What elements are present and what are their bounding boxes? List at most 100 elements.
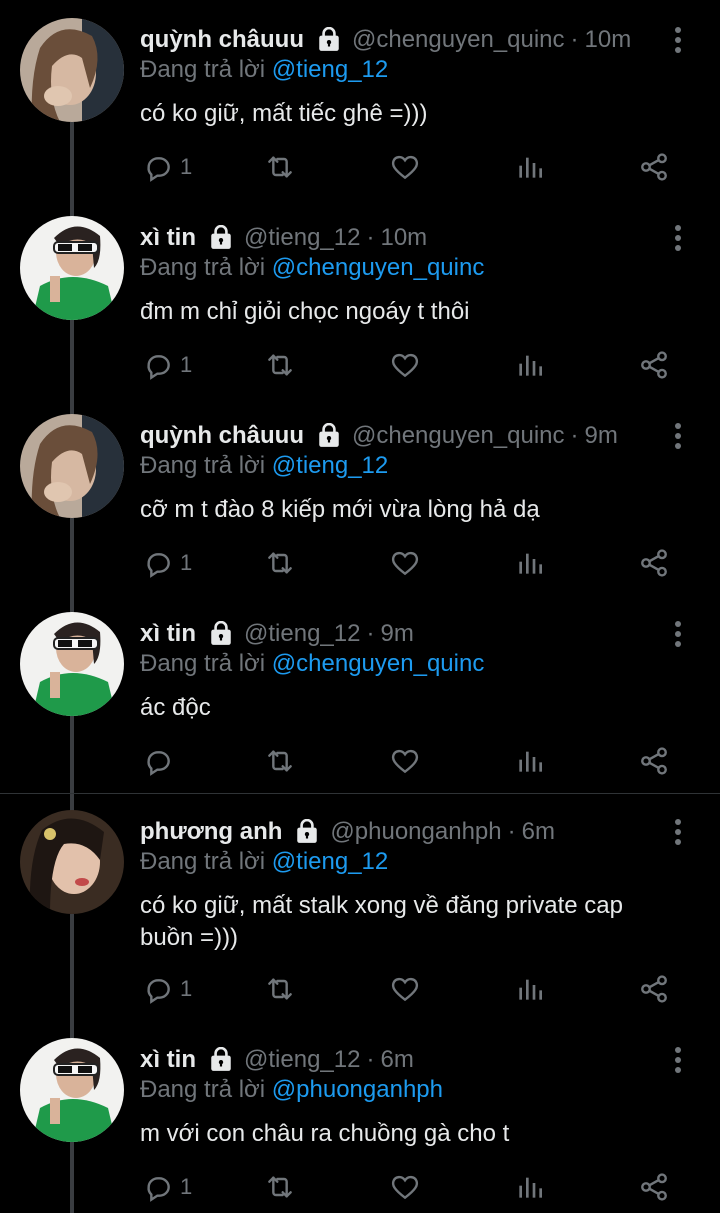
thread-line [70, 518, 74, 594]
reply-icon [142, 1171, 174, 1203]
like-button[interactable] [389, 546, 421, 580]
replying-to-label: Đang trả lời [140, 254, 266, 281]
timestamp[interactable]: 6m [522, 818, 555, 846]
mention-link[interactable]: @tieng_12 [272, 452, 388, 479]
lock-icon [316, 422, 342, 449]
avatar[interactable] [20, 1038, 124, 1142]
views-button[interactable] [514, 348, 546, 382]
avatar[interactable] [20, 18, 124, 122]
separator-dot: · [570, 422, 579, 449]
heart-icon [389, 745, 421, 777]
mention-link[interactable]: @chenguyen_quinc [272, 650, 485, 677]
tweet-actions: 1 [140, 1170, 680, 1204]
more-vertical-icon[interactable] [668, 620, 688, 648]
retweet-button[interactable] [264, 348, 296, 382]
share-button[interactable] [638, 972, 670, 1006]
separator-dot: · [570, 26, 579, 53]
thread-line [70, 1142, 74, 1213]
like-button[interactable] [389, 972, 421, 1006]
share-icon [638, 973, 670, 1005]
separator-dot: · [507, 818, 516, 845]
tweet[interactable]: quỳnh châuuu @chenguyen_quinc · 10m Đang… [0, 0, 720, 198]
views-icon [514, 745, 546, 777]
username[interactable]: @chenguyen_quinc [352, 26, 565, 54]
tweet[interactable]: xì tin @tieng_12 · 9m Đang trả lời @chen… [0, 594, 720, 812]
like-button[interactable] [389, 744, 421, 778]
replying-to-label: Đang trả lời [140, 1076, 266, 1103]
reply-button[interactable] [142, 744, 180, 778]
share-icon [638, 349, 670, 381]
more-vertical-icon[interactable] [668, 818, 688, 846]
tweet-header: phương anh @phuonganhph · 6m [140, 818, 555, 846]
more-vertical-icon[interactable] [668, 422, 688, 450]
display-name[interactable]: quỳnh châuuu [140, 422, 304, 450]
heart-icon [389, 349, 421, 381]
share-button[interactable] [638, 546, 670, 580]
tweet-header: xì tin @tieng_12 · 10m [140, 224, 427, 252]
lock-icon [208, 620, 234, 647]
share-button[interactable] [638, 744, 670, 778]
share-button[interactable] [638, 1170, 670, 1204]
reply-button[interactable]: 1 [142, 150, 192, 184]
username[interactable]: @tieng_12 [244, 1046, 360, 1074]
retweet-button[interactable] [264, 972, 296, 1006]
like-button[interactable] [389, 348, 421, 382]
username[interactable]: @chenguyen_quinc [352, 422, 565, 450]
views-button[interactable] [514, 1170, 546, 1204]
tweet[interactable]: xì tin @tieng_12 · 10m Đang trả lời @che… [0, 198, 720, 416]
timestamp[interactable]: 6m [380, 1046, 413, 1074]
display-name[interactable]: xì tin [140, 224, 196, 252]
views-button[interactable] [514, 546, 546, 580]
reply-button[interactable]: 1 [142, 972, 192, 1006]
tweet-actions: 1 [140, 348, 680, 382]
retweet-button[interactable] [264, 744, 296, 778]
views-button[interactable] [514, 972, 546, 1006]
more-vertical-icon[interactable] [668, 26, 688, 54]
tweet-text: cỡ m t đào 8 kiếp mới vừa lòng hả dạ [140, 496, 540, 523]
tweet-header: xì tin @tieng_12 · 9m [140, 620, 414, 648]
share-button[interactable] [638, 150, 670, 184]
display-name[interactable]: xì tin [140, 620, 196, 648]
display-name[interactable]: quỳnh châuuu [140, 26, 304, 54]
display-name[interactable]: phương anh [140, 818, 282, 846]
avatar[interactable] [20, 414, 124, 518]
mention-link[interactable]: @phuonganhph [272, 1076, 443, 1103]
replying-to: Đang trả lời @chenguyen_quinc [140, 254, 484, 282]
share-button[interactable] [638, 348, 670, 382]
avatar[interactable] [20, 612, 124, 716]
share-icon [638, 151, 670, 183]
more-vertical-icon[interactable] [668, 224, 688, 252]
tweet-text: có ko giữ, mất stalk xong về đăng privat… [140, 892, 623, 951]
like-button[interactable] [389, 1170, 421, 1204]
mention-link[interactable]: @tieng_12 [272, 56, 388, 83]
display-name[interactable]: xì tin [140, 1046, 196, 1074]
reply-button[interactable]: 1 [142, 1170, 192, 1204]
tweet[interactable]: xì tin @tieng_12 · 6m Đang trả lời @phuo… [0, 1020, 720, 1213]
retweet-button[interactable] [264, 1170, 296, 1204]
reply-button[interactable]: 1 [142, 348, 192, 382]
retweet-icon [264, 547, 296, 579]
tweet[interactable]: quỳnh châuuu @chenguyen_quinc · 9m Đang … [0, 396, 720, 594]
retweet-button[interactable] [264, 546, 296, 580]
replying-to-label: Đang trả lời [140, 650, 266, 677]
timestamp[interactable]: 9m [585, 422, 618, 450]
reply-button[interactable]: 1 [142, 546, 192, 580]
views-button[interactable] [514, 744, 546, 778]
username[interactable]: @phuonganhph [330, 818, 501, 846]
mention-link[interactable]: @chenguyen_quinc [272, 254, 485, 281]
username[interactable]: @tieng_12 [244, 224, 360, 252]
retweet-button[interactable] [264, 150, 296, 184]
timestamp[interactable]: 10m [380, 224, 427, 252]
tweet[interactable]: phương anh @phuonganhph · 6m Đang trả lờ… [0, 792, 720, 1020]
timestamp[interactable]: 10m [585, 26, 632, 54]
avatar[interactable] [20, 216, 124, 320]
more-vertical-icon[interactable] [668, 1046, 688, 1074]
username[interactable]: @tieng_12 [244, 620, 360, 648]
separator-dot: · [366, 620, 375, 647]
like-button[interactable] [389, 150, 421, 184]
timestamp[interactable]: 9m [380, 620, 413, 648]
avatar[interactable] [20, 810, 124, 914]
views-icon [514, 973, 546, 1005]
mention-link[interactable]: @tieng_12 [272, 848, 388, 875]
views-button[interactable] [514, 150, 546, 184]
